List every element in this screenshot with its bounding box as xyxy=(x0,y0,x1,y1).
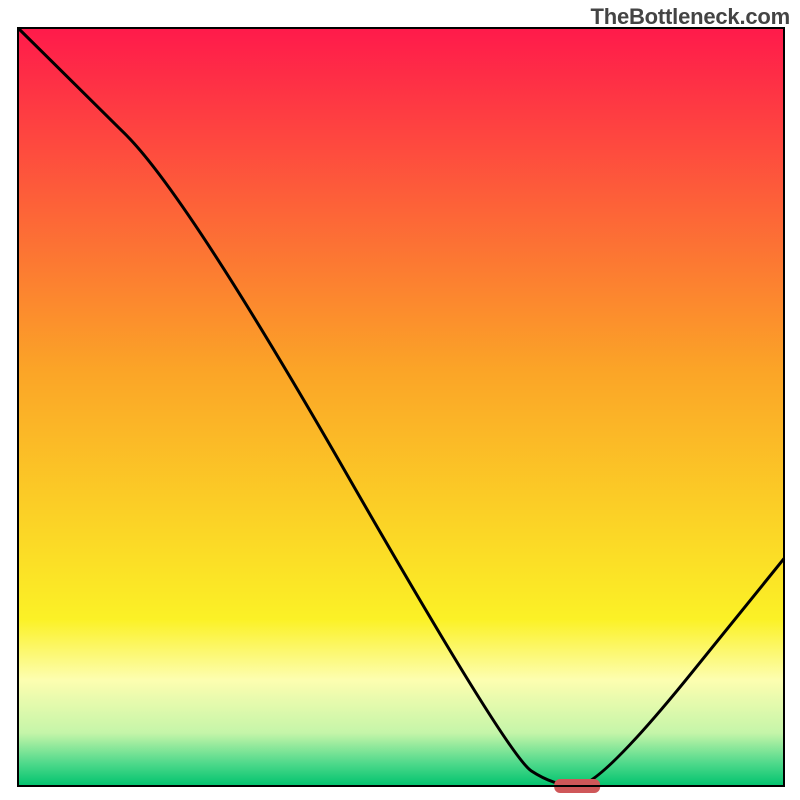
watermark: TheBottleneck.com xyxy=(590,4,790,30)
plot-svg xyxy=(0,0,800,800)
bottleneck-chart: TheBottleneck.com xyxy=(0,0,800,800)
